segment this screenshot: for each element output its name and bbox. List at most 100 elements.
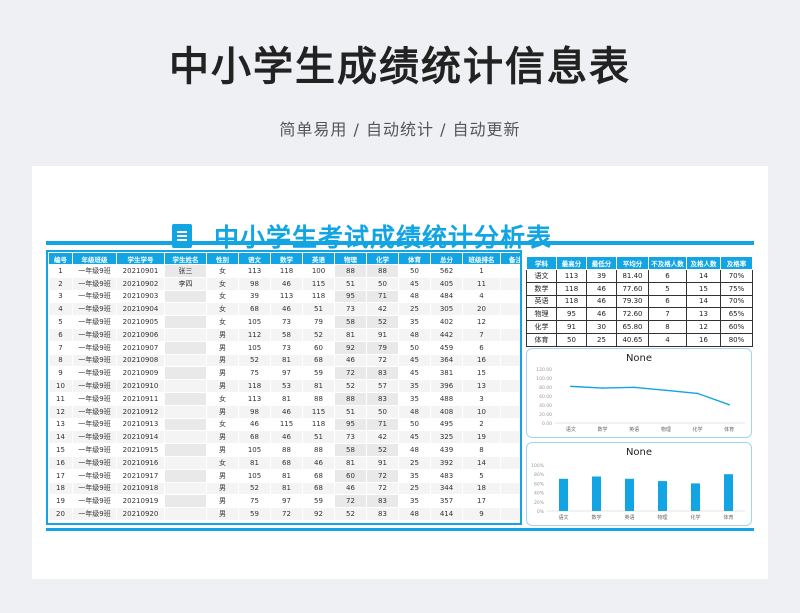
table-cell[interactable]: 20210904 xyxy=(116,302,165,317)
table-cell[interactable] xyxy=(500,404,520,419)
table-cell[interactable]: 女 xyxy=(206,264,239,278)
stats-cell[interactable]: 物理 xyxy=(526,307,557,322)
table-cell[interactable]: 25 xyxy=(398,455,431,470)
table-cell[interactable] xyxy=(164,404,207,419)
table-cell[interactable]: 59 xyxy=(302,366,335,381)
stats-cell[interactable]: 数学 xyxy=(526,281,557,296)
table-cell[interactable]: 97 xyxy=(270,366,303,381)
table-cell[interactable]: 72 xyxy=(366,481,399,496)
table-cell[interactable]: 72 xyxy=(366,468,399,483)
table-cell[interactable]: 88 xyxy=(334,264,367,278)
table-cell[interactable]: 97 xyxy=(270,494,303,509)
table-cell[interactable]: 81 xyxy=(334,455,367,470)
table-cell[interactable]: 105 xyxy=(238,340,271,355)
table-cell[interactable] xyxy=(500,315,520,329)
stats-cell[interactable]: 80% xyxy=(720,332,753,347)
table-cell[interactable]: 39 xyxy=(238,289,271,304)
table-cell[interactable]: 46 xyxy=(270,276,303,291)
table-cell[interactable]: 48 xyxy=(398,289,431,304)
table-cell[interactable]: 50 xyxy=(398,340,431,355)
table-cell[interactable]: 20 xyxy=(462,302,501,317)
table-cell[interactable]: 男 xyxy=(206,507,239,521)
table-cell[interactable]: 一年级9班 xyxy=(72,353,117,368)
table-cell[interactable]: 68 xyxy=(302,481,335,496)
table-cell[interactable]: 20210912 xyxy=(116,404,165,419)
table-cell[interactable] xyxy=(164,494,207,509)
table-cell[interactable]: 392 xyxy=(430,455,463,470)
table-cell[interactable]: 一年级9班 xyxy=(72,417,117,432)
table-cell[interactable] xyxy=(164,391,207,406)
table-cell[interactable]: 女 xyxy=(206,302,239,317)
table-cell[interactable] xyxy=(164,315,207,329)
table-cell[interactable]: 46 xyxy=(270,404,303,419)
table-cell[interactable]: 一年级9班 xyxy=(72,507,117,521)
table-cell[interactable] xyxy=(500,391,520,406)
table-cell[interactable]: 男 xyxy=(206,494,239,509)
table-cell[interactable]: 5 xyxy=(462,468,501,483)
table-cell[interactable]: 58 xyxy=(270,327,303,342)
table-cell[interactable]: 88 xyxy=(302,443,335,457)
table-cell[interactable]: 10 xyxy=(48,379,73,393)
table-cell[interactable]: 58 xyxy=(334,443,367,457)
table-cell[interactable]: 92 xyxy=(302,507,335,521)
table-cell[interactable]: 35 xyxy=(398,468,431,483)
stats-cell[interactable]: 14 xyxy=(686,294,721,309)
table-cell[interactable]: 一年级9班 xyxy=(72,302,117,317)
table-cell[interactable]: 105 xyxy=(238,315,271,329)
table-cell[interactable] xyxy=(164,366,207,381)
table-cell[interactable]: 52 xyxy=(238,481,271,496)
table-cell[interactable]: 118 xyxy=(238,379,271,393)
table-cell[interactable]: 60 xyxy=(334,468,367,483)
table-cell[interactable]: 100 xyxy=(302,264,335,278)
table-cell[interactable] xyxy=(164,443,207,457)
table-cell[interactable]: 72 xyxy=(334,366,367,381)
table-cell[interactable]: 18 xyxy=(462,481,501,496)
stats-cell[interactable]: 60% xyxy=(720,320,753,334)
table-cell[interactable]: 81 xyxy=(270,481,303,496)
table-cell[interactable]: 12 xyxy=(462,315,501,329)
table-cell[interactable]: 11 xyxy=(48,391,73,406)
table-cell[interactable]: 88 xyxy=(302,391,335,406)
table-cell[interactable]: 男 xyxy=(206,468,239,483)
table-cell[interactable]: 113 xyxy=(238,391,271,406)
table-cell[interactable]: 8 xyxy=(48,353,73,368)
table-cell[interactable]: 20210909 xyxy=(116,366,165,381)
stats-cell[interactable]: 39 xyxy=(586,269,617,283)
table-cell[interactable] xyxy=(500,468,520,483)
table-cell[interactable]: 51 xyxy=(334,404,367,419)
table-cell[interactable]: 45 xyxy=(398,353,431,368)
table-cell[interactable]: 58 xyxy=(334,315,367,329)
stats-cell[interactable]: 46 xyxy=(586,281,617,296)
table-cell[interactable]: 495 xyxy=(430,417,463,432)
stats-cell[interactable]: 4 xyxy=(648,332,687,347)
table-cell[interactable] xyxy=(500,443,520,457)
table-cell[interactable]: 52 xyxy=(366,315,399,329)
table-cell[interactable]: 81 xyxy=(238,455,271,470)
table-cell[interactable]: 11 xyxy=(462,276,501,291)
table-cell[interactable]: 88 xyxy=(334,391,367,406)
table-cell[interactable] xyxy=(164,379,207,393)
table-cell[interactable]: 48 xyxy=(398,443,431,457)
stats-cell[interactable]: 50 xyxy=(556,332,587,347)
stats-cell[interactable]: 语文 xyxy=(526,269,557,283)
table-cell[interactable]: 一年级9班 xyxy=(72,391,117,406)
stats-cell[interactable]: 70% xyxy=(720,269,753,283)
table-cell[interactable]: 79 xyxy=(302,315,335,329)
table-cell[interactable]: 46 xyxy=(302,455,335,470)
table-cell[interactable]: 一年级9班 xyxy=(72,481,117,496)
table-cell[interactable]: 一年级9班 xyxy=(72,455,117,470)
table-cell[interactable]: 71 xyxy=(366,289,399,304)
table-cell[interactable] xyxy=(500,507,520,521)
table-cell[interactable]: 男 xyxy=(206,366,239,381)
stats-cell[interactable]: 81.40 xyxy=(616,269,649,283)
table-cell[interactable]: 19 xyxy=(462,430,501,445)
table-cell[interactable]: 98 xyxy=(238,276,271,291)
table-cell[interactable]: 15 xyxy=(462,366,501,381)
table-cell[interactable]: 91 xyxy=(366,455,399,470)
table-cell[interactable]: 35 xyxy=(398,379,431,393)
table-cell[interactable]: 79 xyxy=(366,340,399,355)
table-cell[interactable]: 25 xyxy=(398,302,431,317)
table-cell[interactable]: 3 xyxy=(48,289,73,304)
table-cell[interactable]: 75 xyxy=(238,366,271,381)
table-cell[interactable] xyxy=(164,327,207,342)
